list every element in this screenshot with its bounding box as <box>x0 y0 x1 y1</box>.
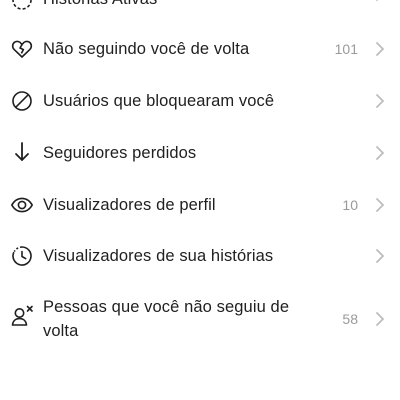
chevron-right-icon <box>374 248 386 264</box>
broken-heart-icon <box>10 37 34 61</box>
menu-item-story-viewers[interactable]: Visualizadores de sua histórias <box>0 241 400 271</box>
count-value: 58 <box>342 311 358 327</box>
story-icon <box>10 244 34 268</box>
menu-item-lost-followers[interactable]: Seguidores perdidos <box>0 138 400 168</box>
menu-item-label: Visualizadores de perfil <box>43 196 216 214</box>
menu-item-label: Pessoas que você não seguiu de volta <box>43 298 290 340</box>
chevron-right-icon <box>374 311 386 327</box>
chevron-right-icon <box>374 41 386 57</box>
count-value: 101 <box>334 41 358 57</box>
count-value: 10 <box>342 197 358 213</box>
chevron-right-icon <box>374 197 386 213</box>
menu-item-label: Visualizadores de sua histórias <box>43 247 274 265</box>
menu-item-you-didnt-follow-back[interactable]: Pessoas que você não seguiu de volta 58 <box>0 295 400 347</box>
menu-item-label: Usuários que bloquearam você <box>43 92 275 110</box>
menu-item-active-stories[interactable]: Histórias Ativas <box>0 0 400 16</box>
menu-item-label: Histórias Ativas <box>43 0 157 12</box>
menu-item-label: Seguidores perdidos <box>43 144 197 162</box>
arrow-down-icon <box>10 140 34 164</box>
menu-item-not-following-back[interactable]: Não seguindo você de volta 101 <box>0 34 400 64</box>
chevron-right-icon <box>374 145 386 161</box>
eye-icon <box>10 193 34 217</box>
dashed-circle-icon <box>10 0 34 12</box>
menu-item-label: Não seguindo você de volta <box>43 40 250 58</box>
chevron-right-icon <box>374 93 386 109</box>
menu-list: Histórias Ativas Não seguindo você de vo… <box>0 0 400 400</box>
menu-item-profile-viewers[interactable]: Visualizadores de perfil 10 <box>0 190 400 220</box>
chevron-right-icon <box>374 0 386 2</box>
menu-item-blocked-you[interactable]: Usuários que bloquearam você <box>0 86 400 116</box>
user-x-icon <box>10 304 34 328</box>
block-icon <box>10 89 34 113</box>
